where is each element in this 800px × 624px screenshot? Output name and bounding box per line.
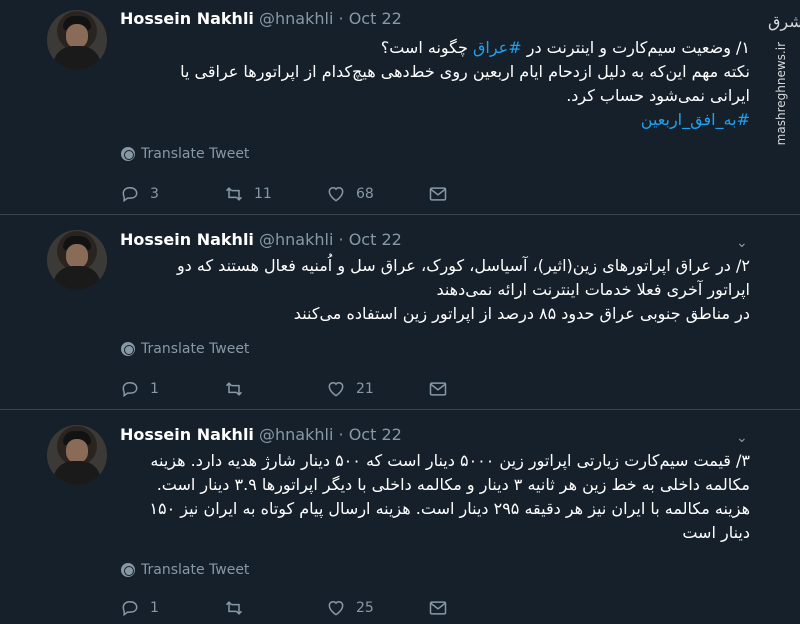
reply-count: 1 xyxy=(150,600,159,616)
heart-icon xyxy=(328,382,344,397)
reply-count: 1 xyxy=(150,381,159,397)
reply-icon xyxy=(122,381,138,398)
retweet-icon xyxy=(225,382,243,396)
tweet-line: در مناطق جنوبی عراق حدود ۸۵ درصد از اپرا… xyxy=(293,304,750,323)
reply-button[interactable]: 1 xyxy=(120,379,159,399)
avatar[interactable] xyxy=(47,10,107,70)
envelope-icon xyxy=(429,187,447,201)
message-button[interactable] xyxy=(428,184,458,204)
heart-icon xyxy=(328,187,344,202)
retweet-icon xyxy=(225,601,243,615)
tweet-line: هزینه مکالمه با ایران نیز هر دقیقه ۲۹۵ د… xyxy=(149,499,750,518)
tweet-line: ۱/ وضعیت سیم‌کارت و اینترنت در #عراق چگو… xyxy=(380,38,750,57)
retweet-button[interactable] xyxy=(224,379,254,399)
envelope-icon xyxy=(429,601,447,615)
globe-icon xyxy=(121,563,135,577)
author-handle[interactable]: @hnakhli xyxy=(259,9,333,28)
author-handle[interactable]: @hnakhli xyxy=(259,230,333,249)
author-handle[interactable]: @hnakhli xyxy=(259,425,333,444)
like-button[interactable]: 21 xyxy=(326,379,374,399)
hashtag-link[interactable]: #عراق xyxy=(473,38,522,57)
retweet-button[interactable]: 11 xyxy=(224,184,272,204)
translate-label: Translate Tweet xyxy=(141,562,250,578)
tweet-date[interactable]: Oct 22 xyxy=(349,230,402,249)
retweet-icon xyxy=(225,187,243,201)
tweet-line: مکالمه داخلی به خط زین هر ثانیه ۳ دینار … xyxy=(156,475,750,494)
separator-dot: · xyxy=(338,9,344,28)
tweet-date[interactable]: Oct 22 xyxy=(349,425,402,444)
tweet-text: ۱/ وضعیت سیم‌کارت و اینترنت در #عراق چگو… xyxy=(110,36,750,132)
reply-icon xyxy=(122,600,138,617)
retweet-count: 11 xyxy=(254,186,272,202)
author-name[interactable]: Hossein Nakhli xyxy=(120,230,254,249)
like-count: 68 xyxy=(356,186,374,202)
reply-count: 3 xyxy=(150,186,159,202)
message-button[interactable] xyxy=(428,379,458,399)
like-count: 21 xyxy=(356,381,374,397)
tweet-line: ۲/ در عراق اپراتورهای زین(اثیر)، آسیاسل،… xyxy=(176,256,750,275)
tweet-header: Hossein Nakhli @hnakhli · Oct 22 xyxy=(120,425,402,444)
heart-icon xyxy=(328,601,344,616)
tweet-text: ۳/ قیمت سیم‌کارت زیارتی اپراتور زین ۵۰۰۰… xyxy=(110,449,750,545)
globe-icon xyxy=(121,147,135,161)
translate-tweet-link[interactable]: Translate Tweet xyxy=(121,562,249,578)
translate-label: Translate Tweet xyxy=(141,341,250,357)
tweet[interactable]: Hossein Nakhli @hnakhli · Oct 22 ⌄ ۲/ در… xyxy=(0,215,800,410)
avatar[interactable] xyxy=(47,230,107,290)
tweet-header: Hossein Nakhli @hnakhli · Oct 22 xyxy=(120,9,402,28)
tweet-text: ۲/ در عراق اپراتورهای زین(اثیر)، آسیاسل،… xyxy=(110,254,750,326)
translate-tweet-link[interactable]: Translate Tweet xyxy=(121,341,249,357)
message-button[interactable] xyxy=(428,598,458,618)
chevron-down-icon[interactable]: ⌄ xyxy=(736,235,748,251)
reply-button[interactable]: 3 xyxy=(120,184,159,204)
reply-icon xyxy=(122,186,138,203)
translate-tweet-link[interactable]: Translate Tweet xyxy=(121,146,249,162)
translate-label: Translate Tweet xyxy=(141,146,250,162)
separator-dot: · xyxy=(338,425,344,444)
tweet-line: نکته مهم این‌که به دلیل ازدحام ایام اربع… xyxy=(180,62,750,81)
retweet-button[interactable] xyxy=(224,598,254,618)
tweet-header: Hossein Nakhli @hnakhli · Oct 22 xyxy=(120,230,402,249)
tweet[interactable]: Hossein Nakhli @hnakhli · Oct 22 ⌄ ۳/ قی… xyxy=(0,410,800,624)
author-name[interactable]: Hossein Nakhli xyxy=(120,425,254,444)
tweet-line: ایرانی نمی‌شود حساب کرد. xyxy=(566,86,750,105)
like-button[interactable]: 25 xyxy=(326,598,374,618)
author-name[interactable]: Hossein Nakhli xyxy=(120,9,254,28)
tweet[interactable]: Hossein Nakhli @hnakhli · Oct 22 ۱/ وضعی… xyxy=(0,0,800,215)
globe-icon xyxy=(121,342,135,356)
hashtag-link[interactable]: #به_افق_اربعین xyxy=(110,108,750,132)
like-button[interactable]: 68 xyxy=(326,184,374,204)
like-count: 25 xyxy=(356,600,374,616)
tweet-line: ۳/ قیمت سیم‌کارت زیارتی اپراتور زین ۵۰۰۰… xyxy=(150,451,750,470)
tweet-line: دینار است xyxy=(682,523,750,542)
tweet-line: اپراتور آخری فعلا خدمات اینترنت ارائه نم… xyxy=(436,280,750,299)
separator-dot: · xyxy=(338,230,344,249)
reply-button[interactable]: 1 xyxy=(120,598,159,618)
tweet-date[interactable]: Oct 22 xyxy=(349,9,402,28)
avatar[interactable] xyxy=(47,425,107,485)
envelope-icon xyxy=(429,382,447,396)
chevron-down-icon[interactable]: ⌄ xyxy=(736,430,748,446)
